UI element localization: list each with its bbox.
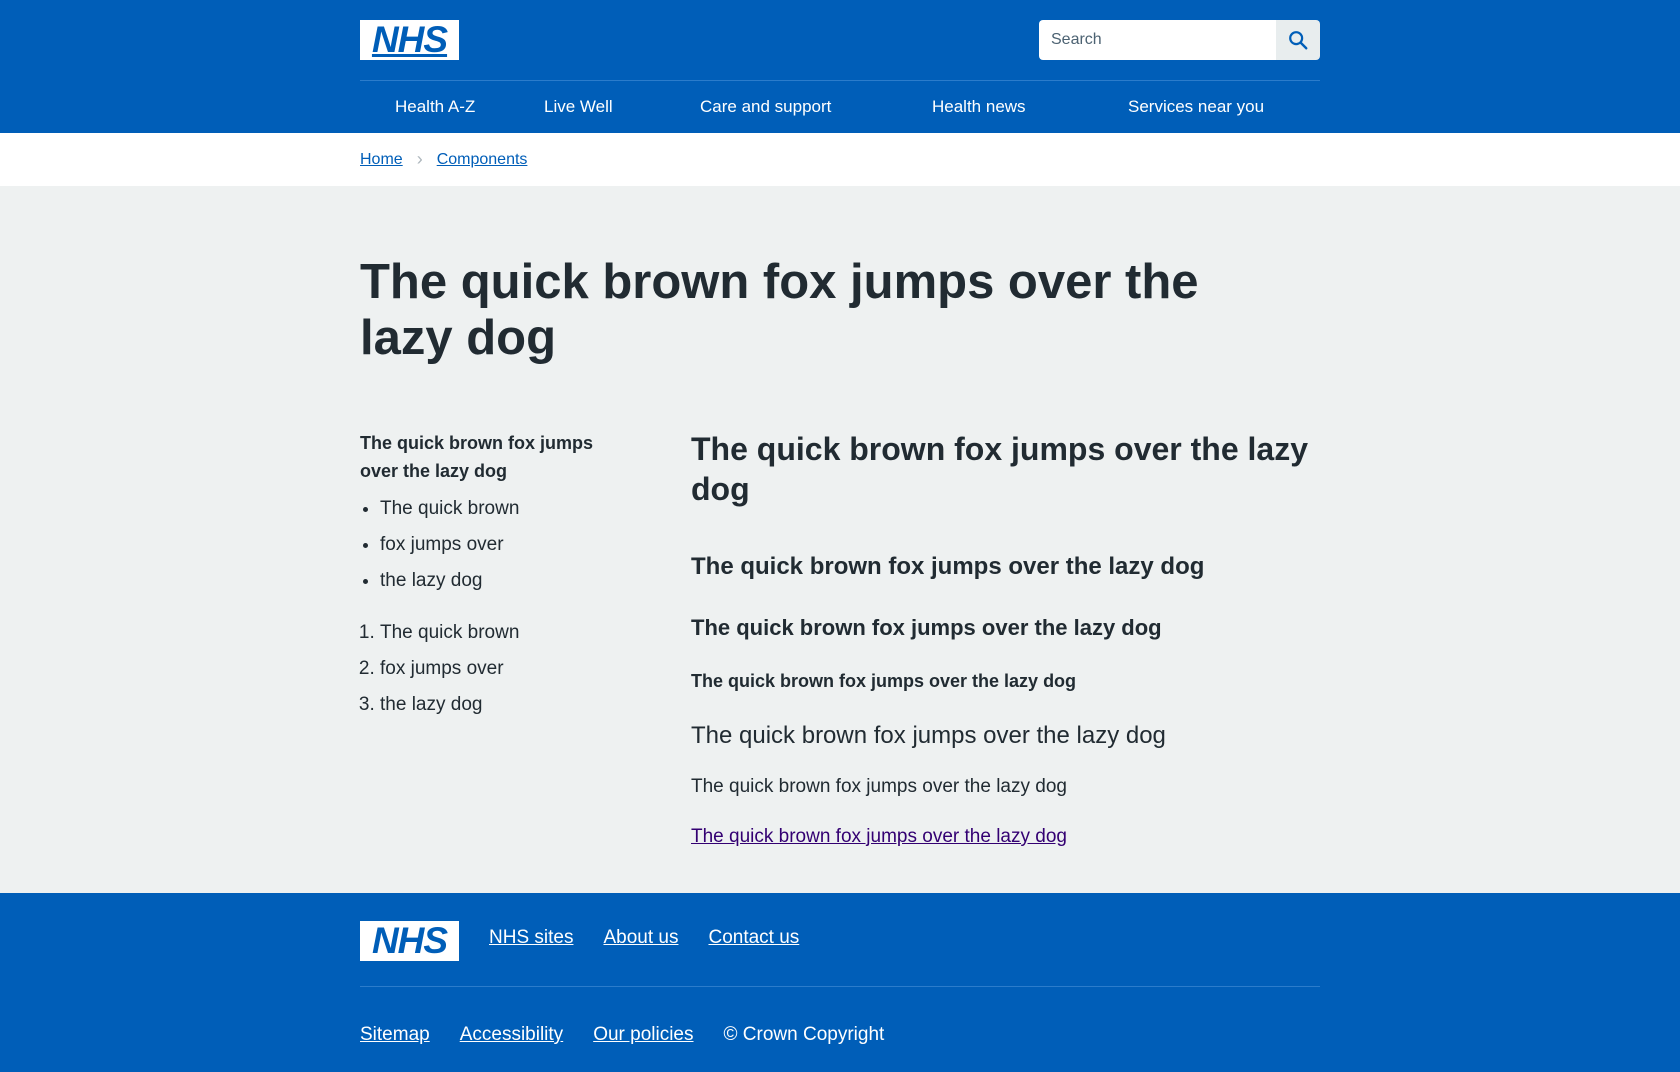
nhs-logo-text: NHS: [371, 19, 448, 60]
copyright-text: © Crown Copyright: [723, 1024, 885, 1045]
list-item: The quick brown: [380, 491, 691, 527]
footer-link-sitemap[interactable]: Sitemap: [360, 1024, 430, 1046]
list-item: the lazy dog: [380, 687, 691, 723]
heading-xs: The quick brown fox jumps over the lazy …: [691, 671, 1077, 691]
bullet-list: The quick brown fox jumps over the lazy …: [380, 491, 691, 599]
visited-link[interactable]: The quick brown fox jumps over the lazy …: [691, 826, 1067, 848]
heading-s: The quick brown fox jumps over the lazy …: [691, 615, 1162, 640]
nav-health-news[interactable]: Health news: [932, 97, 1026, 117]
left-heading: The quick brown fox jumps over the lazy …: [360, 433, 594, 481]
site-footer: NHS NHS sites About us Contact us Sitema…: [0, 893, 1680, 1072]
breadcrumb-components[interactable]: Components: [437, 151, 528, 169]
heading-m: The quick brown fox jumps over the lazy …: [691, 553, 1205, 580]
numbered-list: The quick brown fox jumps over the lazy …: [380, 615, 691, 723]
body-text: The quick brown fox jumps over the lazy …: [691, 776, 1067, 797]
site-header: NHS Health A-Z Live Well Care and suppor…: [0, 0, 1680, 133]
footer-link-contact-us[interactable]: Contact us: [708, 927, 799, 949]
nav-health-a-z[interactable]: Health A-Z: [395, 97, 475, 117]
right-column: The quick brown fox jumps over the lazy …: [691, 429, 1320, 848]
lede-text: The quick brown fox jumps over the lazy …: [691, 722, 1166, 749]
footer-link-our-policies[interactable]: Our policies: [593, 1024, 693, 1046]
search-input[interactable]: [1039, 20, 1276, 60]
nhs-logo[interactable]: NHS: [360, 20, 459, 60]
left-column: The quick brown fox jumps over the lazy …: [360, 429, 691, 848]
footer-link-nhs-sites[interactable]: NHS sites: [489, 927, 573, 949]
list-item: fox jumps over: [380, 651, 691, 687]
nav-care-and-support[interactable]: Care and support: [700, 97, 831, 117]
search-button[interactable]: [1276, 20, 1320, 60]
breadcrumb-home[interactable]: Home: [360, 151, 403, 169]
footer-link-accessibility[interactable]: Accessibility: [460, 1024, 563, 1046]
list-item: the lazy dog: [380, 563, 691, 599]
search-form: [1039, 20, 1320, 60]
primary-nav: Health A-Z Live Well Care and support He…: [360, 80, 1320, 133]
list-item: fox jumps over: [380, 527, 691, 563]
footer-nhs-logo-text: NHS: [371, 920, 448, 961]
footer-nhs-logo[interactable]: NHS: [360, 921, 459, 961]
heading-l: The quick brown fox jumps over the lazy …: [691, 431, 1308, 507]
breadcrumb: Home › Components: [360, 133, 1320, 186]
nav-live-well[interactable]: Live Well: [544, 97, 613, 117]
main-content: The quick brown fox jumps over the lazy …: [0, 186, 1680, 893]
footer-link-about-us[interactable]: About us: [603, 927, 678, 949]
list-item: The quick brown: [380, 615, 691, 651]
chevron-right-icon: ›: [416, 149, 423, 169]
search-icon: [1289, 31, 1308, 50]
nav-services-near-you[interactable]: Services near you: [1128, 97, 1264, 117]
page-title: The quick brown fox jumps over the lazy …: [360, 255, 1199, 365]
breadcrumb-bar: Home › Components: [0, 133, 1680, 186]
